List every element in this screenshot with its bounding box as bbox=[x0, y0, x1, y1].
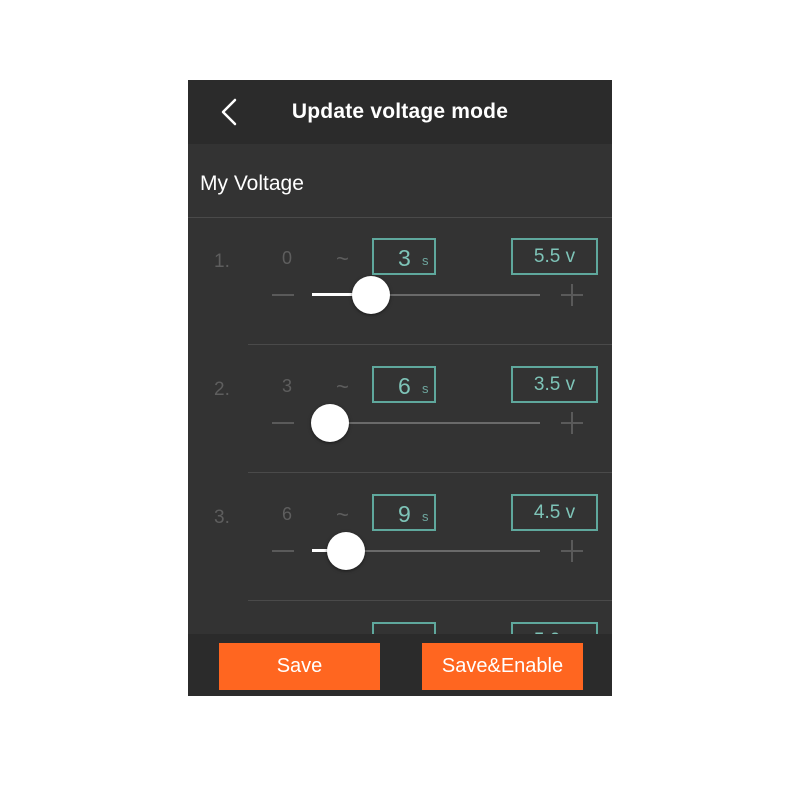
save-enable-button[interactable]: Save&Enable bbox=[422, 643, 583, 690]
row-divider bbox=[248, 600, 612, 601]
plus-icon[interactable] bbox=[561, 540, 583, 562]
end-time-value: 3 bbox=[398, 245, 411, 271]
row-index: 2. bbox=[214, 379, 230, 400]
row-index: 1. bbox=[214, 251, 230, 272]
plus-icon[interactable] bbox=[561, 284, 583, 306]
end-time-field[interactable]: 3 s bbox=[372, 238, 436, 275]
minus-icon[interactable] bbox=[272, 422, 294, 424]
row-divider bbox=[248, 344, 612, 345]
voltage-field[interactable]: 4.5 v bbox=[511, 494, 598, 531]
slider-thumb[interactable] bbox=[311, 404, 350, 442]
voltage-row: 2. 3 ~ 6 s 3.5 v bbox=[188, 346, 612, 474]
voltage-slider[interactable] bbox=[312, 276, 540, 314]
section-title: My Voltage bbox=[200, 172, 304, 195]
time-unit: s bbox=[422, 509, 429, 524]
page-title: Update voltage mode bbox=[291, 100, 509, 123]
voltage-field[interactable]: 5.5 v bbox=[511, 238, 598, 275]
voltage-list[interactable]: 1. 0 ~ 3 s 5.5 v 2. 3 ~ 6 s 3.5 v 3. 6 ~… bbox=[188, 218, 612, 634]
phone-screen: Update voltage mode My Voltage 1. 0 ~ 3 … bbox=[188, 80, 612, 696]
section-header: My Voltage bbox=[188, 144, 612, 218]
end-time-value: 9 bbox=[398, 501, 411, 527]
row-start-time: 0 bbox=[282, 248, 293, 268]
minus-icon[interactable] bbox=[272, 294, 294, 296]
voltage-slider[interactable] bbox=[311, 404, 540, 442]
time-unit: s bbox=[422, 381, 429, 396]
save-button[interactable]: Save bbox=[219, 643, 380, 690]
end-time-value: 6 bbox=[398, 373, 411, 399]
end-time-field[interactable]: 6 s bbox=[372, 366, 436, 403]
voltage-row: 1. 0 ~ 3 s 5.5 v bbox=[188, 218, 612, 346]
voltage-slider[interactable] bbox=[312, 532, 540, 570]
voltage-row: 4. 9 ~ 12 s 5.0 v bbox=[188, 602, 612, 634]
range-tilde: ~ bbox=[336, 502, 349, 527]
time-unit: s bbox=[422, 253, 429, 268]
row-start-time: 6 bbox=[282, 504, 293, 524]
footer-bar: Save Save&Enable bbox=[188, 634, 612, 696]
range-tilde: ~ bbox=[336, 374, 349, 399]
row-start-time: 3 bbox=[282, 376, 293, 396]
row-divider bbox=[248, 472, 612, 473]
slider-thumb[interactable] bbox=[327, 532, 366, 570]
plus-icon[interactable] bbox=[561, 412, 583, 434]
end-time-field[interactable]: 12 s bbox=[372, 622, 436, 634]
row-index: 3. bbox=[214, 507, 230, 528]
end-time-field[interactable]: 9 s bbox=[372, 494, 436, 531]
header-bar: Update voltage mode bbox=[188, 80, 612, 144]
voltage-row: 3. 6 ~ 9 s 4.5 v bbox=[188, 474, 612, 602]
slider-thumb[interactable] bbox=[352, 276, 391, 314]
voltage-field[interactable]: 5.0 v bbox=[511, 622, 598, 634]
voltage-field[interactable]: 3.5 v bbox=[511, 366, 598, 403]
range-tilde: ~ bbox=[336, 246, 349, 271]
minus-icon[interactable] bbox=[272, 550, 294, 552]
